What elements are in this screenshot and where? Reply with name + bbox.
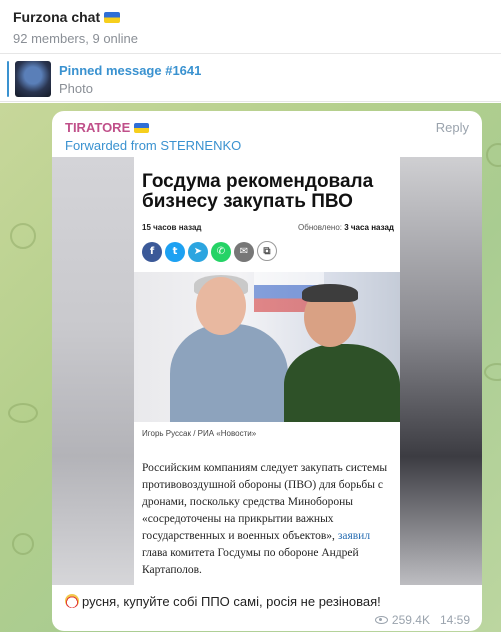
views-count: 259.4K	[391, 613, 430, 627]
article-time: 15 часов назад	[142, 223, 202, 232]
chat-header[interactable]: Furzona chat 92 members, 9 online	[0, 0, 501, 54]
person-left-head	[196, 277, 246, 335]
views-eye-icon	[374, 616, 388, 624]
pinned-message-bar[interactable]: Pinned message #1641 Photo	[0, 55, 501, 102]
person-right-figure	[284, 344, 400, 422]
article-meta: 15 часов назад Обновлено: 3 часа назад	[142, 223, 394, 232]
article-photo	[134, 272, 400, 422]
pinned-photo-thumbnail	[15, 61, 51, 97]
background-doodle	[484, 363, 501, 381]
article-photo-caption: Игорь Руссак / РИА «Новости»	[142, 429, 257, 438]
message-text-content: русня, купуйте собі ППО самі, росія не р…	[82, 594, 381, 609]
background-doodle	[486, 143, 501, 167]
author-name: TIRATORE	[65, 120, 131, 135]
article-updated: Обновлено: 3 часа назад	[298, 223, 394, 232]
message-text: русня, купуйте собі ППО самі, росія не р…	[65, 594, 381, 609]
background-doodle	[12, 533, 34, 555]
forwarded-message[interactable]: TIRATORE Reply Forwarded from STERNENKO …	[52, 111, 482, 631]
telegram-icon: ➤	[188, 242, 208, 262]
message-photo[interactable]: Госдума рекомендовала бизнесу закупать П…	[52, 157, 482, 585]
chat-title-text: Furzona chat	[13, 9, 101, 25]
person-left-figure	[170, 324, 288, 422]
facebook-icon: f	[142, 242, 162, 262]
clown-emoji-icon	[65, 594, 79, 608]
ukraine-flag-icon	[134, 123, 150, 133]
message-time: 14:59	[439, 613, 470, 627]
whatsapp-icon: ✆	[211, 242, 231, 262]
ukraine-flag-icon	[104, 12, 121, 23]
article-body-end: глава комитета Госдумы по обороне Андрей…	[142, 547, 359, 576]
photo-blur-left	[52, 157, 134, 585]
message-stats: 259.4K 14:59	[374, 613, 470, 627]
pinned-title: Pinned message #1641	[59, 63, 202, 78]
article-body-link: заявил	[337, 530, 371, 542]
chat-title: Furzona chat	[13, 9, 121, 25]
article-body: Российским компаниям следует закупать си…	[142, 460, 397, 579]
forwarded-from-link[interactable]: Forwarded from STERNENKO	[65, 138, 241, 153]
photo-blur-right	[400, 157, 482, 585]
background-doodle	[8, 403, 38, 423]
reply-button[interactable]: Reply	[436, 120, 469, 135]
article-screenshot: Госдума рекомендовала бизнесу закупать П…	[134, 157, 400, 585]
article-headline: Госдума рекомендовала бизнесу закупать П…	[142, 171, 374, 212]
person-right-hair	[302, 284, 358, 302]
email-icon: ✉	[234, 242, 254, 262]
article-updated-value: 3 часа назад	[344, 223, 394, 232]
twitter-icon: t	[165, 242, 185, 262]
pinned-subtitle: Photo	[59, 81, 93, 96]
copy-icon: ⧉	[257, 241, 277, 261]
pinned-indicator	[7, 61, 9, 97]
share-buttons: f t ➤ ✆ ✉ ⧉	[142, 241, 280, 263]
article-updated-label: Обновлено:	[298, 223, 342, 232]
background-doodle	[10, 223, 36, 249]
chat-members-status: 92 members, 9 online	[13, 31, 139, 46]
message-author[interactable]: TIRATORE	[65, 120, 150, 135]
